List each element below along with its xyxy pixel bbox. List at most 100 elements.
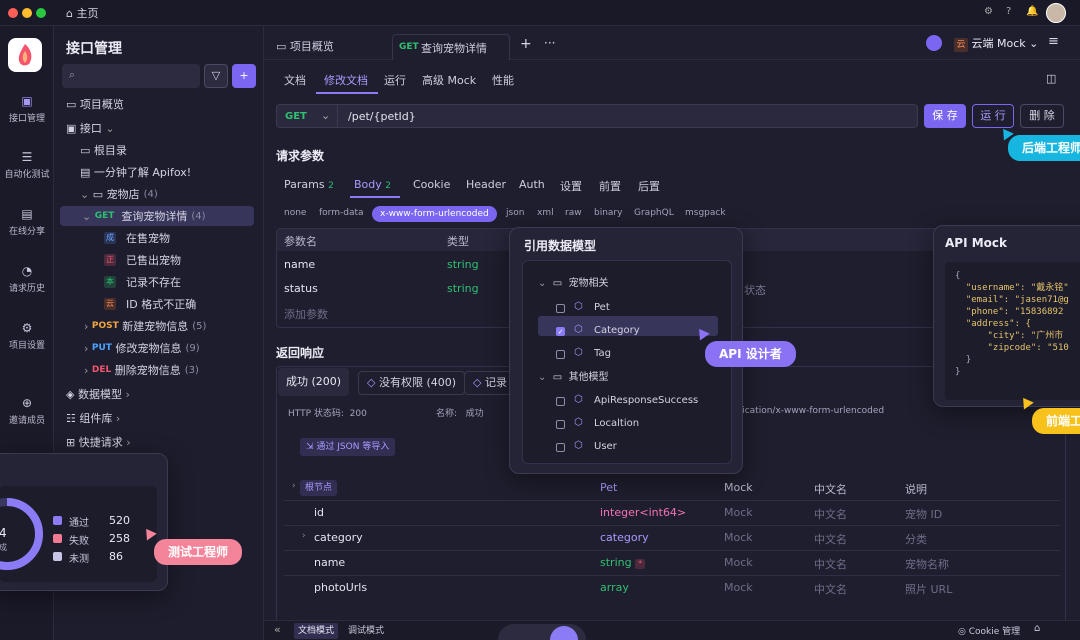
checkbox-checked[interactable]: ✓ xyxy=(556,327,565,336)
field-cn[interactable]: 中文名 xyxy=(814,581,847,597)
param-type[interactable]: string xyxy=(447,258,479,271)
params-tab-header[interactable]: Header xyxy=(466,178,506,191)
delete-button[interactable]: 删 除 xyxy=(1020,104,1064,128)
close-window-button[interactable] xyxy=(8,8,18,18)
field-cn[interactable]: 中文名 xyxy=(814,506,847,522)
body-type-msgpack[interactable]: msgpack xyxy=(685,208,726,218)
model-item[interactable]: ⬡ ApiResponseSuccess xyxy=(556,393,742,411)
body-type-raw[interactable]: raw xyxy=(565,208,582,218)
field-mock[interactable]: Mock xyxy=(724,531,753,544)
param-name[interactable]: status xyxy=(284,282,318,295)
settings-icon[interactable]: ⚙ xyxy=(984,6,993,17)
sidebar-item-root[interactable]: ▭ 根目录 xyxy=(54,140,264,160)
tab-overview[interactable]: ▭ 项目概览 xyxy=(276,38,334,54)
sidebar-item-petstore[interactable]: ⌄ ▭ 宠物店 (4) xyxy=(54,184,264,204)
schema-ref[interactable]: Pet xyxy=(600,481,617,494)
response-tab-200[interactable]: 成功 (200) xyxy=(278,368,350,396)
collapse-icon[interactable]: « xyxy=(274,623,281,636)
field-desc[interactable]: 宠物名称 xyxy=(905,556,949,572)
tab-active[interactable]: GET 查询宠物详情 xyxy=(392,34,510,60)
sync-icon[interactable] xyxy=(926,35,942,51)
checkbox[interactable] xyxy=(556,443,565,452)
rail-invite[interactable]: ⊕ 邀请成员 xyxy=(0,396,54,426)
sidebar-case-item[interactable]: 云 ID 格式不正确 xyxy=(54,294,264,314)
field-mock[interactable]: Mock xyxy=(724,506,753,519)
field-desc[interactable]: 分类 xyxy=(905,531,927,547)
field-type[interactable]: category xyxy=(600,531,649,544)
field-cn[interactable]: 中文名 xyxy=(814,531,847,547)
search-input[interactable]: ⌕ xyxy=(62,64,200,88)
field-desc[interactable]: 宠物 ID xyxy=(905,506,942,522)
params-tab-settings[interactable]: 设置 xyxy=(560,178,582,194)
field-desc[interactable]: 照片 URL xyxy=(905,581,952,597)
url-input[interactable]: /pet/{petId} xyxy=(338,104,918,128)
checkbox[interactable] xyxy=(556,304,565,313)
field-name[interactable]: photoUrls xyxy=(314,581,367,594)
avatar[interactable] xyxy=(1046,3,1066,23)
body-type-form-data[interactable]: form-data xyxy=(319,208,364,218)
field-type[interactable]: string * xyxy=(600,556,646,569)
response-tab-400[interactable]: ◇ 没有权限 (400) xyxy=(358,371,466,395)
model-item[interactable]: ⬡ User xyxy=(556,439,742,457)
model-item[interactable]: ⬡ Localtion xyxy=(556,416,742,434)
params-tab-auth[interactable]: Auth xyxy=(519,178,545,191)
maximize-window-button[interactable] xyxy=(36,8,46,18)
sidebar-case-item[interactable]: 成在售宠物 xyxy=(54,228,264,248)
rail-settings[interactable]: ⚙ 项目设置 xyxy=(0,321,54,351)
field-name[interactable]: category xyxy=(314,531,363,544)
body-type-xml[interactable]: xml xyxy=(537,208,554,218)
field-mock[interactable]: Mock xyxy=(724,556,753,569)
model-group[interactable]: ⌄ ▭ 其他模型 xyxy=(538,368,609,383)
body-type-graphql[interactable]: GraphQL xyxy=(634,208,674,218)
params-tab-params[interactable]: Params 2 xyxy=(284,178,334,191)
param-type[interactable]: string xyxy=(447,282,479,295)
menu-icon[interactable]: ≡ xyxy=(1048,34,1059,49)
sidebar-item-overview[interactable]: ▭ 项目概览 xyxy=(54,94,264,114)
bell-icon[interactable]: 🔔 xyxy=(1026,6,1038,17)
body-type-json[interactable]: json xyxy=(506,208,524,218)
field-cn[interactable]: 中文名 xyxy=(814,556,847,572)
sidebar-item-components[interactable]: ☷ 组件库 › xyxy=(54,408,264,428)
sidebar-item-quick[interactable]: ⊞ 快捷请求 › xyxy=(54,432,264,452)
subtab-doc[interactable]: 文档 xyxy=(284,72,306,88)
subtab-edit-doc[interactable]: 修改文档 xyxy=(324,72,368,88)
field-name[interactable]: id xyxy=(314,506,324,519)
method-select[interactable]: GET ⌄ xyxy=(276,104,338,128)
debug-mode-button[interactable]: 调试模式 xyxy=(344,623,388,639)
params-tab-body[interactable]: Body 2 xyxy=(354,178,391,191)
sidebar-item-intro[interactable]: ▤ 一分钟了解 Apifox! xyxy=(54,162,264,182)
help-icon[interactable]: ? xyxy=(1006,6,1011,17)
doc-mode-button[interactable]: 文档模式 xyxy=(294,623,339,639)
checkbox[interactable] xyxy=(556,397,565,406)
params-tab-cookie[interactable]: Cookie xyxy=(413,178,450,191)
sidebar-case-item[interactable]: 正已售出宠物 xyxy=(54,250,264,270)
import-json-button[interactable]: ⇲ 通过 JSON 等导入 xyxy=(300,438,396,456)
sidebar-item-api[interactable]: ▣ 接口 ⌄ xyxy=(54,118,264,138)
params-tab-pre[interactable]: 前置 xyxy=(599,178,621,194)
field-type[interactable]: array xyxy=(600,581,629,594)
checkbox[interactable] xyxy=(556,350,565,359)
body-type-urlencoded[interactable]: x-www-form-urlencoded xyxy=(372,206,497,222)
more-tabs-icon[interactable]: ··· xyxy=(544,36,555,50)
rail-api-management[interactable]: ▣ 接口管理 xyxy=(0,94,54,124)
split-view-icon[interactable]: ◫ xyxy=(1046,72,1056,85)
rail-automation[interactable]: ☰ 自动化测试 xyxy=(0,150,54,180)
new-tab-plus-icon[interactable]: + xyxy=(520,36,532,52)
field-name[interactable]: name xyxy=(314,556,345,569)
field-type[interactable]: integer<int64> xyxy=(600,506,686,519)
subtab-mock[interactable]: 高级 Mock xyxy=(422,72,476,88)
home-tab[interactable]: ⌂ 主页 xyxy=(66,5,98,21)
sidebar-item-put[interactable]: › PUT 修改宠物信息 (9) xyxy=(54,338,264,358)
subtab-perf[interactable]: 性能 xyxy=(492,72,514,88)
sidebar-item-post[interactable]: › POST 新建宠物信息 (5) xyxy=(54,316,264,336)
field-mock[interactable]: Mock xyxy=(724,581,753,594)
add-button[interactable]: + xyxy=(232,64,256,88)
cookie-manager-button[interactable]: ◎ Cookie 管理 xyxy=(958,624,1020,637)
save-button[interactable]: 保 存 xyxy=(924,104,966,128)
body-type-binary[interactable]: binary xyxy=(594,208,622,218)
subtab-run[interactable]: 运行 xyxy=(384,72,406,88)
params-tab-post[interactable]: 后置 xyxy=(638,178,660,194)
model-item-category[interactable]: ✓ ⬡ Category xyxy=(556,323,742,341)
shirt-icon[interactable]: ⌂ xyxy=(1034,623,1040,634)
sidebar-case-item[interactable]: 本记录不存在 xyxy=(54,272,264,292)
